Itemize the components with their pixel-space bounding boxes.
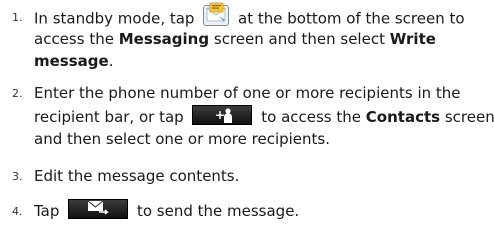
step-number: 3. xyxy=(12,170,23,183)
step-text: Tap to send the message. xyxy=(34,197,484,222)
add-contact-icon: + xyxy=(192,104,253,125)
svg-text:+: + xyxy=(215,108,225,122)
step-text: In standby mode, tap at the bottom of th… xyxy=(34,2,484,72)
step-text: Enter the phone number of one or more re… xyxy=(34,84,494,148)
step-text: Edit the message contents. xyxy=(34,167,240,185)
step-number: 2. xyxy=(12,87,23,100)
step-number: 1. xyxy=(12,11,23,24)
send-icon xyxy=(68,198,129,219)
instruction-list: 1. In standby mode, tap at the bottom of… xyxy=(0,0,494,241)
messaging-icon xyxy=(201,2,231,28)
step-number: 4. xyxy=(12,205,23,218)
screen-name-contacts: Contacts xyxy=(365,108,441,126)
option-write-message: Write xyxy=(389,30,436,48)
screen-name-messaging: Messaging xyxy=(118,30,210,48)
